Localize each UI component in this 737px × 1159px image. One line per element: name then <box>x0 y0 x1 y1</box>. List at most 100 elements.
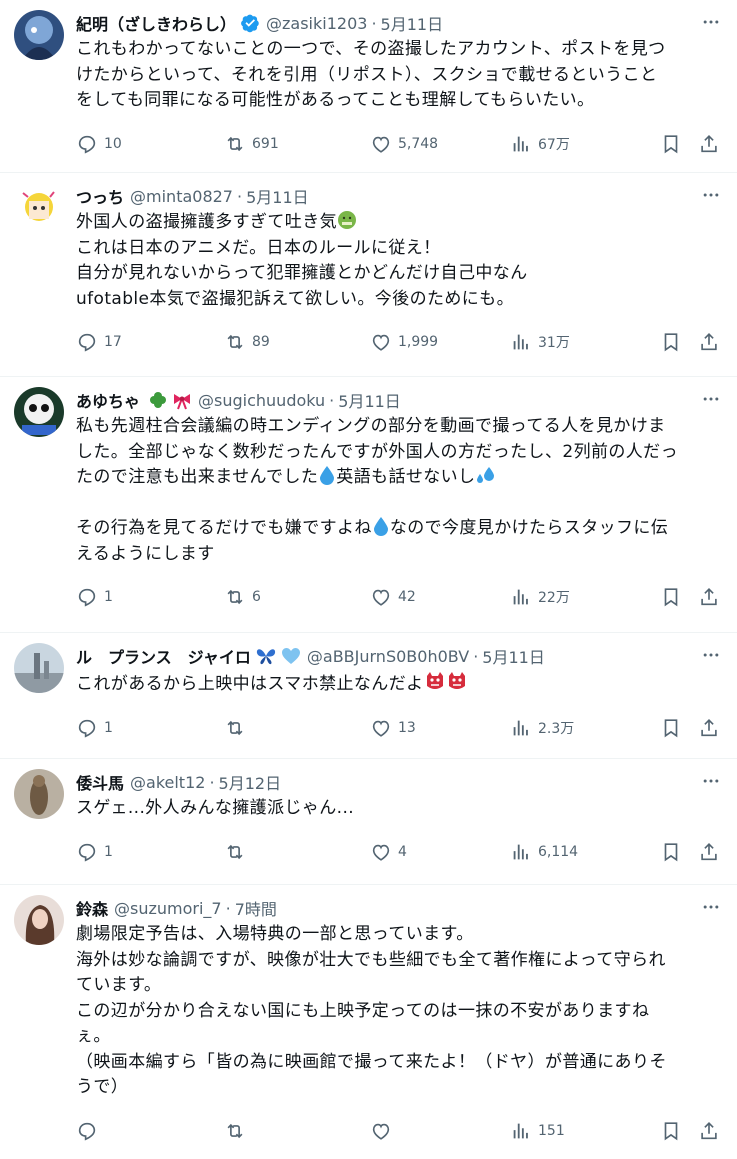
like-button[interactable]: 13 <box>370 717 510 739</box>
bookmark-button[interactable] <box>660 331 698 353</box>
like-count: 5,748 <box>398 135 439 152</box>
bookmark-icon <box>664 842 678 861</box>
avatar[interactable] <box>14 183 64 233</box>
like-button[interactable] <box>370 1120 510 1142</box>
reply-button[interactable]: 1 <box>76 717 224 739</box>
reply-button[interactable]: 10 <box>76 133 224 155</box>
more-icon[interactable] <box>699 643 723 667</box>
user-handle[interactable]: @minta0827 <box>130 187 233 206</box>
tweet[interactable]: 紀明（ざしきわらし） @zasiki1203 · 5月11日 これもわかってない… <box>0 0 737 173</box>
user-handle[interactable]: @suzumori_7 <box>114 899 222 918</box>
repost-button[interactable]: 691 <box>224 133 370 155</box>
views-icon <box>513 720 528 735</box>
timestamp[interactable]: 5月11日 <box>246 184 309 208</box>
share-button[interactable] <box>698 133 720 155</box>
tweet-text-line: ています。 <box>76 975 162 995</box>
repost-count: 6 <box>252 589 261 605</box>
share-button[interactable] <box>698 841 720 863</box>
display-name[interactable]: 紀明（ざしきわらし） <box>76 11 236 35</box>
tweet-text-line: その行為を見てるだけでも嫌ですよね なので今度見かけたらスタッフに伝 <box>76 516 721 542</box>
reply-button[interactable] <box>76 1120 224 1142</box>
timestamp[interactable]: 5月12日 <box>219 770 282 794</box>
like-button[interactable]: 42 <box>370 586 510 608</box>
views-button[interactable]: 22万 <box>510 586 660 608</box>
more-icon[interactable] <box>699 769 723 793</box>
goblin-mask-icon <box>426 672 443 689</box>
avatar[interactable] <box>14 643 64 693</box>
clover-icon <box>148 390 168 410</box>
views-count: 67万 <box>538 136 570 153</box>
timestamp[interactable]: 5月11日 <box>381 11 444 35</box>
like-button[interactable]: 5,748 <box>370 133 510 155</box>
avatar[interactable] <box>14 387 64 437</box>
like-button[interactable]: 1,999 <box>370 331 510 353</box>
like-button[interactable]: 4 <box>370 841 510 863</box>
bookmark-button[interactable] <box>660 1120 698 1142</box>
avatar[interactable] <box>14 769 64 819</box>
tweet-text-segment: なので今度見かけたらスタッフに伝 <box>389 518 669 538</box>
user-handle[interactable]: @zasiki1203 <box>266 14 367 33</box>
tweet-text-line: うで） <box>76 1077 129 1097</box>
bookmark-button[interactable] <box>660 841 698 863</box>
blue-heart-icon <box>281 646 301 666</box>
bookmark-button[interactable] <box>660 586 698 608</box>
user-handle[interactable]: @sugichuudoku <box>198 391 325 410</box>
more-icon[interactable] <box>699 387 723 411</box>
repost-button[interactable]: 6 <box>224 586 370 608</box>
views-button[interactable]: 151 <box>510 1120 660 1142</box>
tweet-text-line: この辺が分かり合えない国にも上映予定ってのは一抹の不安がありますね <box>76 1000 650 1021</box>
views-button[interactable]: 2.3万 <box>510 717 660 739</box>
tweet-text: これもわかってないことの一つで、その盗撮したアカウント、ポストを見つ けたからと… <box>76 37 721 114</box>
more-icon[interactable] <box>699 10 723 34</box>
separator-dot: · <box>236 186 243 206</box>
views-count: 22万 <box>538 590 570 606</box>
views-button[interactable]: 6,114 <box>510 841 660 863</box>
timestamp[interactable]: 5月11日 <box>338 388 401 412</box>
like-count: 1,999 <box>398 334 439 350</box>
bookmark-icon <box>664 588 678 607</box>
share-button[interactable] <box>698 586 720 608</box>
tweet[interactable]: あゆちゃ @sugichuudoku · 5月11日 私も先週柱合会議編の時エン… <box>0 377 737 633</box>
timestamp[interactable]: 7時間 <box>235 896 277 920</box>
more-icon[interactable] <box>699 183 723 207</box>
share-button[interactable] <box>698 717 720 739</box>
repost-button[interactable] <box>224 1120 370 1142</box>
repost-button[interactable] <box>224 717 370 739</box>
bookmark-button[interactable] <box>660 717 698 739</box>
tweet-text-line: 劇場限定予告は、入場特典の一部と思っています。 <box>76 924 474 944</box>
share-button[interactable] <box>698 1120 720 1142</box>
reply-button[interactable]: 1 <box>76 841 224 863</box>
views-button[interactable]: 67万 <box>510 133 660 155</box>
share-button[interactable] <box>698 331 720 353</box>
reply-button[interactable]: 1 <box>76 586 224 608</box>
reply-icon <box>78 333 96 352</box>
display-name[interactable]: あゆちゃ <box>76 388 140 412</box>
display-name[interactable]: ル プランス ジャイロ <box>76 644 251 668</box>
repost-button[interactable] <box>224 841 370 863</box>
tweet-text-line: ufotable本気で盗撮犯訴えて欲しい。今後のためにも。 <box>76 288 514 309</box>
tweet[interactable]: 鈴森 @suzumori_7 · 7時間 劇場限定予告は、入場特典の一部と思って… <box>0 885 737 1159</box>
share-icon <box>701 718 717 736</box>
tweet[interactable]: ル プランス ジャイロ @aBBJurnS0B0h0BV · 5月11日 これが… <box>0 633 737 759</box>
views-count: 6,114 <box>538 843 579 860</box>
like-icon <box>372 844 390 861</box>
bookmark-icon <box>664 718 678 737</box>
tweet[interactable]: 倭斗馬 @akelt12 · 5月12日 スゲェ...外人みんな擁護派じゃん..… <box>0 759 737 885</box>
user-handle[interactable]: @aBBJurnS0B0h0BV <box>307 647 469 666</box>
tweet[interactable]: つっち @minta0827 · 5月11日 外国人の盗撮擁護多すぎて吐き気 こ… <box>0 173 737 377</box>
avatar[interactable] <box>14 895 64 945</box>
display-name[interactable]: 鈴森 <box>76 896 108 920</box>
user-handle[interactable]: @akelt12 <box>130 773 205 792</box>
views-icon <box>513 136 528 151</box>
nauseated-face-icon <box>338 211 356 229</box>
avatar[interactable] <box>14 10 64 60</box>
repost-button[interactable]: 89 <box>224 331 370 353</box>
views-count: 2.3万 <box>538 720 575 737</box>
timestamp[interactable]: 5月11日 <box>482 644 545 668</box>
display-name[interactable]: 倭斗馬 <box>76 770 124 794</box>
reply-button[interactable]: 17 <box>76 331 224 353</box>
display-name[interactable]: つっち <box>76 184 124 208</box>
views-button[interactable]: 31万 <box>510 331 660 353</box>
more-icon[interactable] <box>699 895 723 919</box>
bookmark-button[interactable] <box>660 133 698 155</box>
